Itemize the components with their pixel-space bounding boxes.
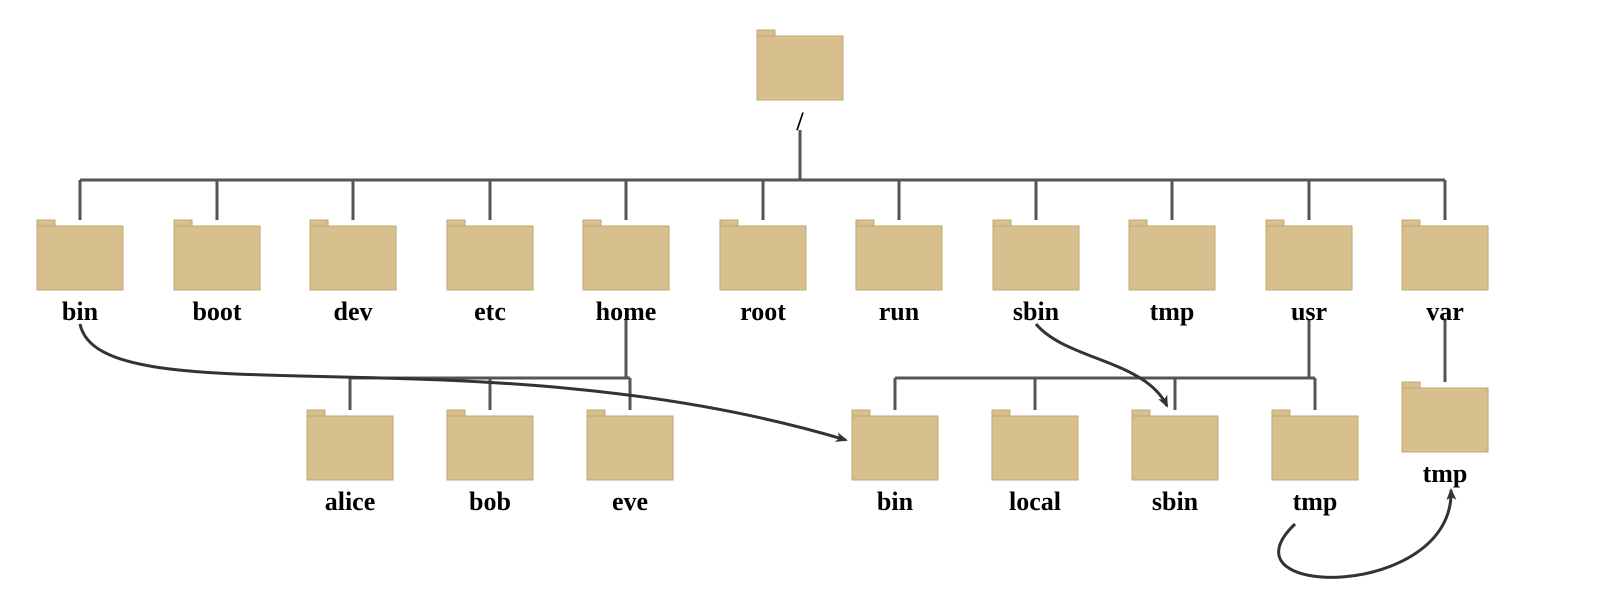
folder-var-tmp-label: tmp <box>1423 459 1468 488</box>
folder-var-label: var <box>1426 297 1464 326</box>
folder-root-label: root <box>740 297 786 326</box>
folder-usr-bin-label: bin <box>877 487 914 516</box>
folder-etc-label: etc <box>474 297 506 326</box>
folder-usr-sbin-label: sbin <box>1152 487 1199 516</box>
folder-usr-sbin: sbin <box>1132 410 1218 516</box>
folder-run: run <box>856 220 942 326</box>
folder-bin: bin <box>37 220 123 326</box>
folder-usr-tmp-label: tmp <box>1293 487 1338 516</box>
folder-root: root <box>720 220 806 326</box>
folder-tmp-label: tmp <box>1150 297 1195 326</box>
folder-dev: dev <box>310 220 396 326</box>
folder-usr-bin: bin <box>852 410 938 516</box>
folder-root-label: / <box>795 107 804 136</box>
folder-home-label: home <box>596 297 657 326</box>
folder-boot-label: boot <box>192 297 241 326</box>
folder-home: home <box>583 220 669 326</box>
folder-sbin-label: sbin <box>1013 297 1060 326</box>
folder-home-eve: eve <box>587 410 673 516</box>
folder-usr-tmp: tmp <box>1272 410 1358 516</box>
folder-home-alice-label: alice <box>325 487 376 516</box>
folder-run-label: run <box>879 297 920 326</box>
folder-usr-local: local <box>992 410 1078 516</box>
folder-root: / <box>757 30 843 136</box>
folder-home-alice: alice <box>307 410 393 516</box>
folder-bin-label: bin <box>62 297 99 326</box>
arrow-sbin-to-usr-sbin <box>1036 324 1167 406</box>
folder-home-eve-label: eve <box>612 487 648 516</box>
folder-etc: etc <box>447 220 533 326</box>
folder-tmp: tmp <box>1129 220 1215 326</box>
folder-var: var <box>1402 220 1488 326</box>
folder-usr-label: usr <box>1291 297 1327 326</box>
filesystem-tree-diagram: / bin boot dev etc home root run sbin tmp usr var al… <box>0 0 1600 614</box>
folder-usr: usr <box>1266 220 1352 326</box>
folder-usr-local-label: local <box>1009 487 1061 516</box>
folder-home-bob: bob <box>447 410 533 516</box>
folder-dev-label: dev <box>334 297 373 326</box>
folder-sbin: sbin <box>993 220 1079 326</box>
folder-var-tmp: tmp <box>1402 382 1488 488</box>
folder-home-bob-label: bob <box>469 487 511 516</box>
folder-boot: boot <box>174 220 260 326</box>
